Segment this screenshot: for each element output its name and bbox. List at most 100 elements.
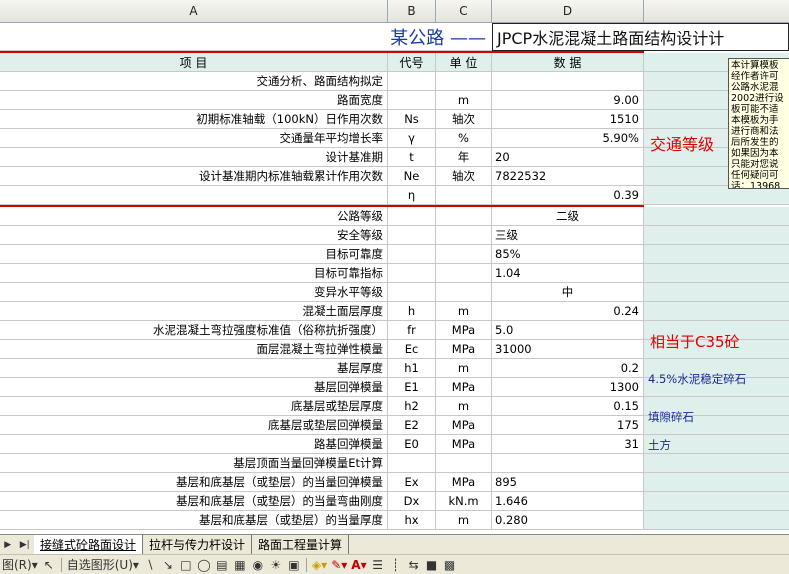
- item-label-cell[interactable]: 安全等级: [0, 226, 388, 245]
- item-label-cell[interactable]: 混凝土面层厚度: [0, 302, 388, 321]
- value-cell[interactable]: 0.15: [492, 397, 644, 416]
- column-header-b[interactable]: B: [388, 0, 436, 23]
- item-label-cell[interactable]: 设计基准期内标准轴载累计作用次数: [0, 167, 388, 186]
- header-unit[interactable]: 单 位: [436, 53, 492, 72]
- item-label-cell[interactable]: 基层回弹模量: [0, 378, 388, 397]
- code-cell[interactable]: [388, 454, 436, 473]
- code-cell[interactable]: γ: [388, 129, 436, 148]
- line-style-icon[interactable]: ☰: [369, 556, 387, 574]
- font-color-icon[interactable]: A ▾: [349, 556, 368, 574]
- item-label-cell[interactable]: 路面宽度: [0, 91, 388, 110]
- value-cell[interactable]: 1510: [492, 110, 644, 129]
- note-cell[interactable]: [644, 473, 789, 492]
- item-label-cell[interactable]: 目标可靠度: [0, 245, 388, 264]
- unit-cell[interactable]: %: [436, 129, 492, 148]
- code-cell[interactable]: h2: [388, 397, 436, 416]
- item-label-cell[interactable]: 初期标准轴载（100kN）日作用次数: [0, 110, 388, 129]
- cell-comment[interactable]: 本计算模板 经作者许可 公路水泥混 2002进行设 板可能不适 本模板为手 进行商和法 后所发…: [728, 58, 789, 189]
- item-label-cell[interactable]: 基层和底基层（或垫层）的当量回弹模量: [0, 473, 388, 492]
- code-cell[interactable]: η: [388, 186, 436, 205]
- value-cell[interactable]: 5.90%: [492, 129, 644, 148]
- value-cell[interactable]: [492, 454, 644, 473]
- value-cell[interactable]: 1300: [492, 378, 644, 397]
- code-cell[interactable]: [388, 72, 436, 91]
- code-cell[interactable]: Ns: [388, 110, 436, 129]
- shadow-style-icon[interactable]: ■: [423, 556, 441, 574]
- unit-cell[interactable]: MPa: [436, 416, 492, 435]
- item-label-cell[interactable]: [0, 186, 388, 205]
- item-label-cell[interactable]: 交通分析、路面结构拟定: [0, 72, 388, 91]
- item-label-cell[interactable]: 交通量年平均增长率: [0, 129, 388, 148]
- column-header-a[interactable]: A: [0, 0, 388, 23]
- autoshape-menu-button[interactable]: 自选图形(U) ▾: [65, 556, 141, 574]
- draw-menu-button[interactable]: 图(R) ▾: [0, 556, 40, 574]
- note-cell[interactable]: [644, 302, 789, 321]
- value-cell[interactable]: 1.04: [492, 264, 644, 283]
- unit-cell[interactable]: 轴次: [436, 110, 492, 129]
- unit-cell[interactable]: [436, 72, 492, 91]
- value-cell[interactable]: 5.0: [492, 321, 644, 340]
- header-data[interactable]: 数 据: [492, 53, 644, 72]
- unit-cell[interactable]: MPa: [436, 473, 492, 492]
- line-tool-icon[interactable]: ∖: [141, 556, 159, 574]
- unit-cell[interactable]: [436, 454, 492, 473]
- unit-cell[interactable]: MPa: [436, 321, 492, 340]
- unit-cell[interactable]: [436, 264, 492, 283]
- unit-cell[interactable]: m: [436, 91, 492, 110]
- header-code[interactable]: 代号: [388, 53, 436, 72]
- sheet-tab[interactable]: 拉杆与传力杆设计: [143, 535, 253, 554]
- header-item[interactable]: 项 目: [0, 53, 388, 72]
- code-cell[interactable]: [388, 91, 436, 110]
- item-label-cell[interactable]: 水泥混凝土弯拉强度标准值（俗称抗折强度）: [0, 321, 388, 340]
- note-cell[interactable]: [644, 492, 789, 511]
- note-cell[interactable]: [644, 454, 789, 473]
- code-cell[interactable]: fr: [388, 321, 436, 340]
- code-cell[interactable]: Dx: [388, 492, 436, 511]
- sheet-tab[interactable]: 路面工程量计算: [252, 535, 350, 554]
- item-label-cell[interactable]: 基层和底基层（或垫层）的当量厚度: [0, 511, 388, 530]
- line-color-icon[interactable]: ✎▾: [329, 556, 349, 574]
- main-title-cell[interactable]: JPCP水泥混凝土路面结构设计计: [492, 23, 789, 51]
- item-label-cell[interactable]: 目标可靠指标: [0, 264, 388, 283]
- value-cell[interactable]: 31000: [492, 340, 644, 359]
- value-cell[interactable]: 0.39: [492, 186, 644, 205]
- code-cell[interactable]: t: [388, 148, 436, 167]
- unit-cell[interactable]: MPa: [436, 435, 492, 454]
- 3d-style-icon[interactable]: ▩: [441, 556, 459, 574]
- unit-cell[interactable]: [436, 226, 492, 245]
- unit-cell[interactable]: [436, 186, 492, 205]
- textbox-tool-icon[interactable]: ▤: [213, 556, 231, 574]
- road-name-cell[interactable]: 某公路 ——: [0, 23, 492, 51]
- code-cell[interactable]: [388, 264, 436, 283]
- code-cell[interactable]: Ex: [388, 473, 436, 492]
- item-label-cell[interactable]: 基层和底基层（或垫层）的当量弯曲刚度: [0, 492, 388, 511]
- note-cell[interactable]: [644, 207, 789, 226]
- code-cell[interactable]: [388, 283, 436, 302]
- rectangle-tool-icon[interactable]: □: [177, 556, 195, 574]
- note-cell[interactable]: [644, 245, 789, 264]
- code-cell[interactable]: [388, 207, 436, 226]
- code-cell[interactable]: E2: [388, 416, 436, 435]
- value-cell[interactable]: 三级: [492, 226, 644, 245]
- note-cell[interactable]: [644, 264, 789, 283]
- unit-cell[interactable]: [436, 207, 492, 226]
- code-cell[interactable]: h: [388, 302, 436, 321]
- value-cell[interactable]: 二级: [492, 207, 644, 226]
- unit-cell[interactable]: m: [436, 359, 492, 378]
- code-cell[interactable]: Ec: [388, 340, 436, 359]
- unit-cell[interactable]: 年: [436, 148, 492, 167]
- item-label-cell[interactable]: 设计基准期: [0, 148, 388, 167]
- code-cell[interactable]: E1: [388, 378, 436, 397]
- column-header-c[interactable]: C: [436, 0, 492, 23]
- value-cell[interactable]: 1.646: [492, 492, 644, 511]
- note-cell[interactable]: [644, 511, 789, 530]
- unit-cell[interactable]: m: [436, 302, 492, 321]
- value-cell[interactable]: 中: [492, 283, 644, 302]
- clipart-tool-icon[interactable]: ☀: [267, 556, 285, 574]
- value-cell[interactable]: 0.280: [492, 511, 644, 530]
- value-cell[interactable]: 9.00: [492, 91, 644, 110]
- value-cell[interactable]: [492, 72, 644, 91]
- arrow-tool-icon[interactable]: ↘: [159, 556, 177, 574]
- item-label-cell[interactable]: 底基层或垫层厚度: [0, 397, 388, 416]
- value-cell[interactable]: 85%: [492, 245, 644, 264]
